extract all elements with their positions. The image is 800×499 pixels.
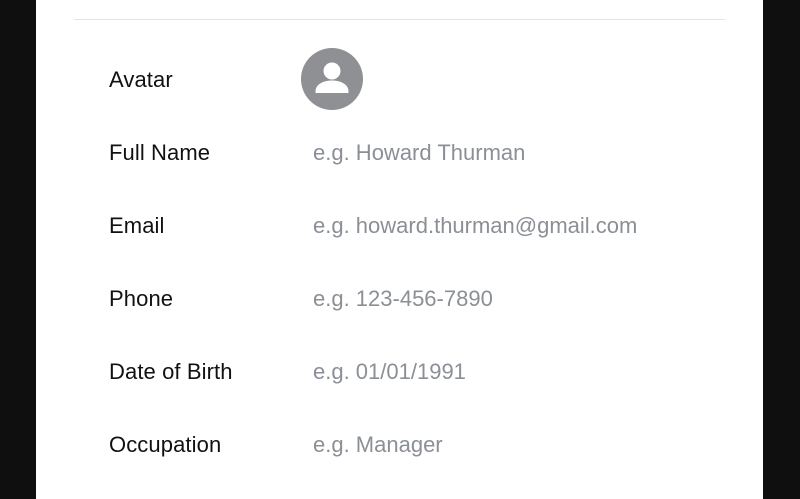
avatar-row: Avatar [109,60,309,100]
occupation-row: Occupation [109,425,713,465]
phone-row: Phone [109,279,713,319]
date-of-birth-input[interactable] [309,355,713,389]
email-row: Email [109,206,713,246]
full-name-input[interactable] [309,136,713,170]
full-name-label: Full Name [109,140,211,165]
email-input[interactable] [309,209,713,243]
page-background: Avatar Full Name Email Phone Date of Bir… [0,0,800,499]
date-of-birth-row: Date of Birth [109,352,713,392]
person-icon [315,62,349,93]
phone-label: Phone [109,286,174,311]
date-of-birth-label: Date of Birth [109,359,233,384]
email-label: Email [109,213,165,238]
occupation-input[interactable] [309,428,713,462]
profile-form-card: Avatar Full Name Email Phone Date of Bir… [36,0,763,499]
top-divider [74,19,725,20]
occupation-label: Occupation [109,432,222,457]
avatar[interactable] [301,48,363,110]
avatar-label: Avatar [109,67,173,92]
full-name-row: Full Name [109,133,713,173]
phone-input[interactable] [309,282,713,316]
